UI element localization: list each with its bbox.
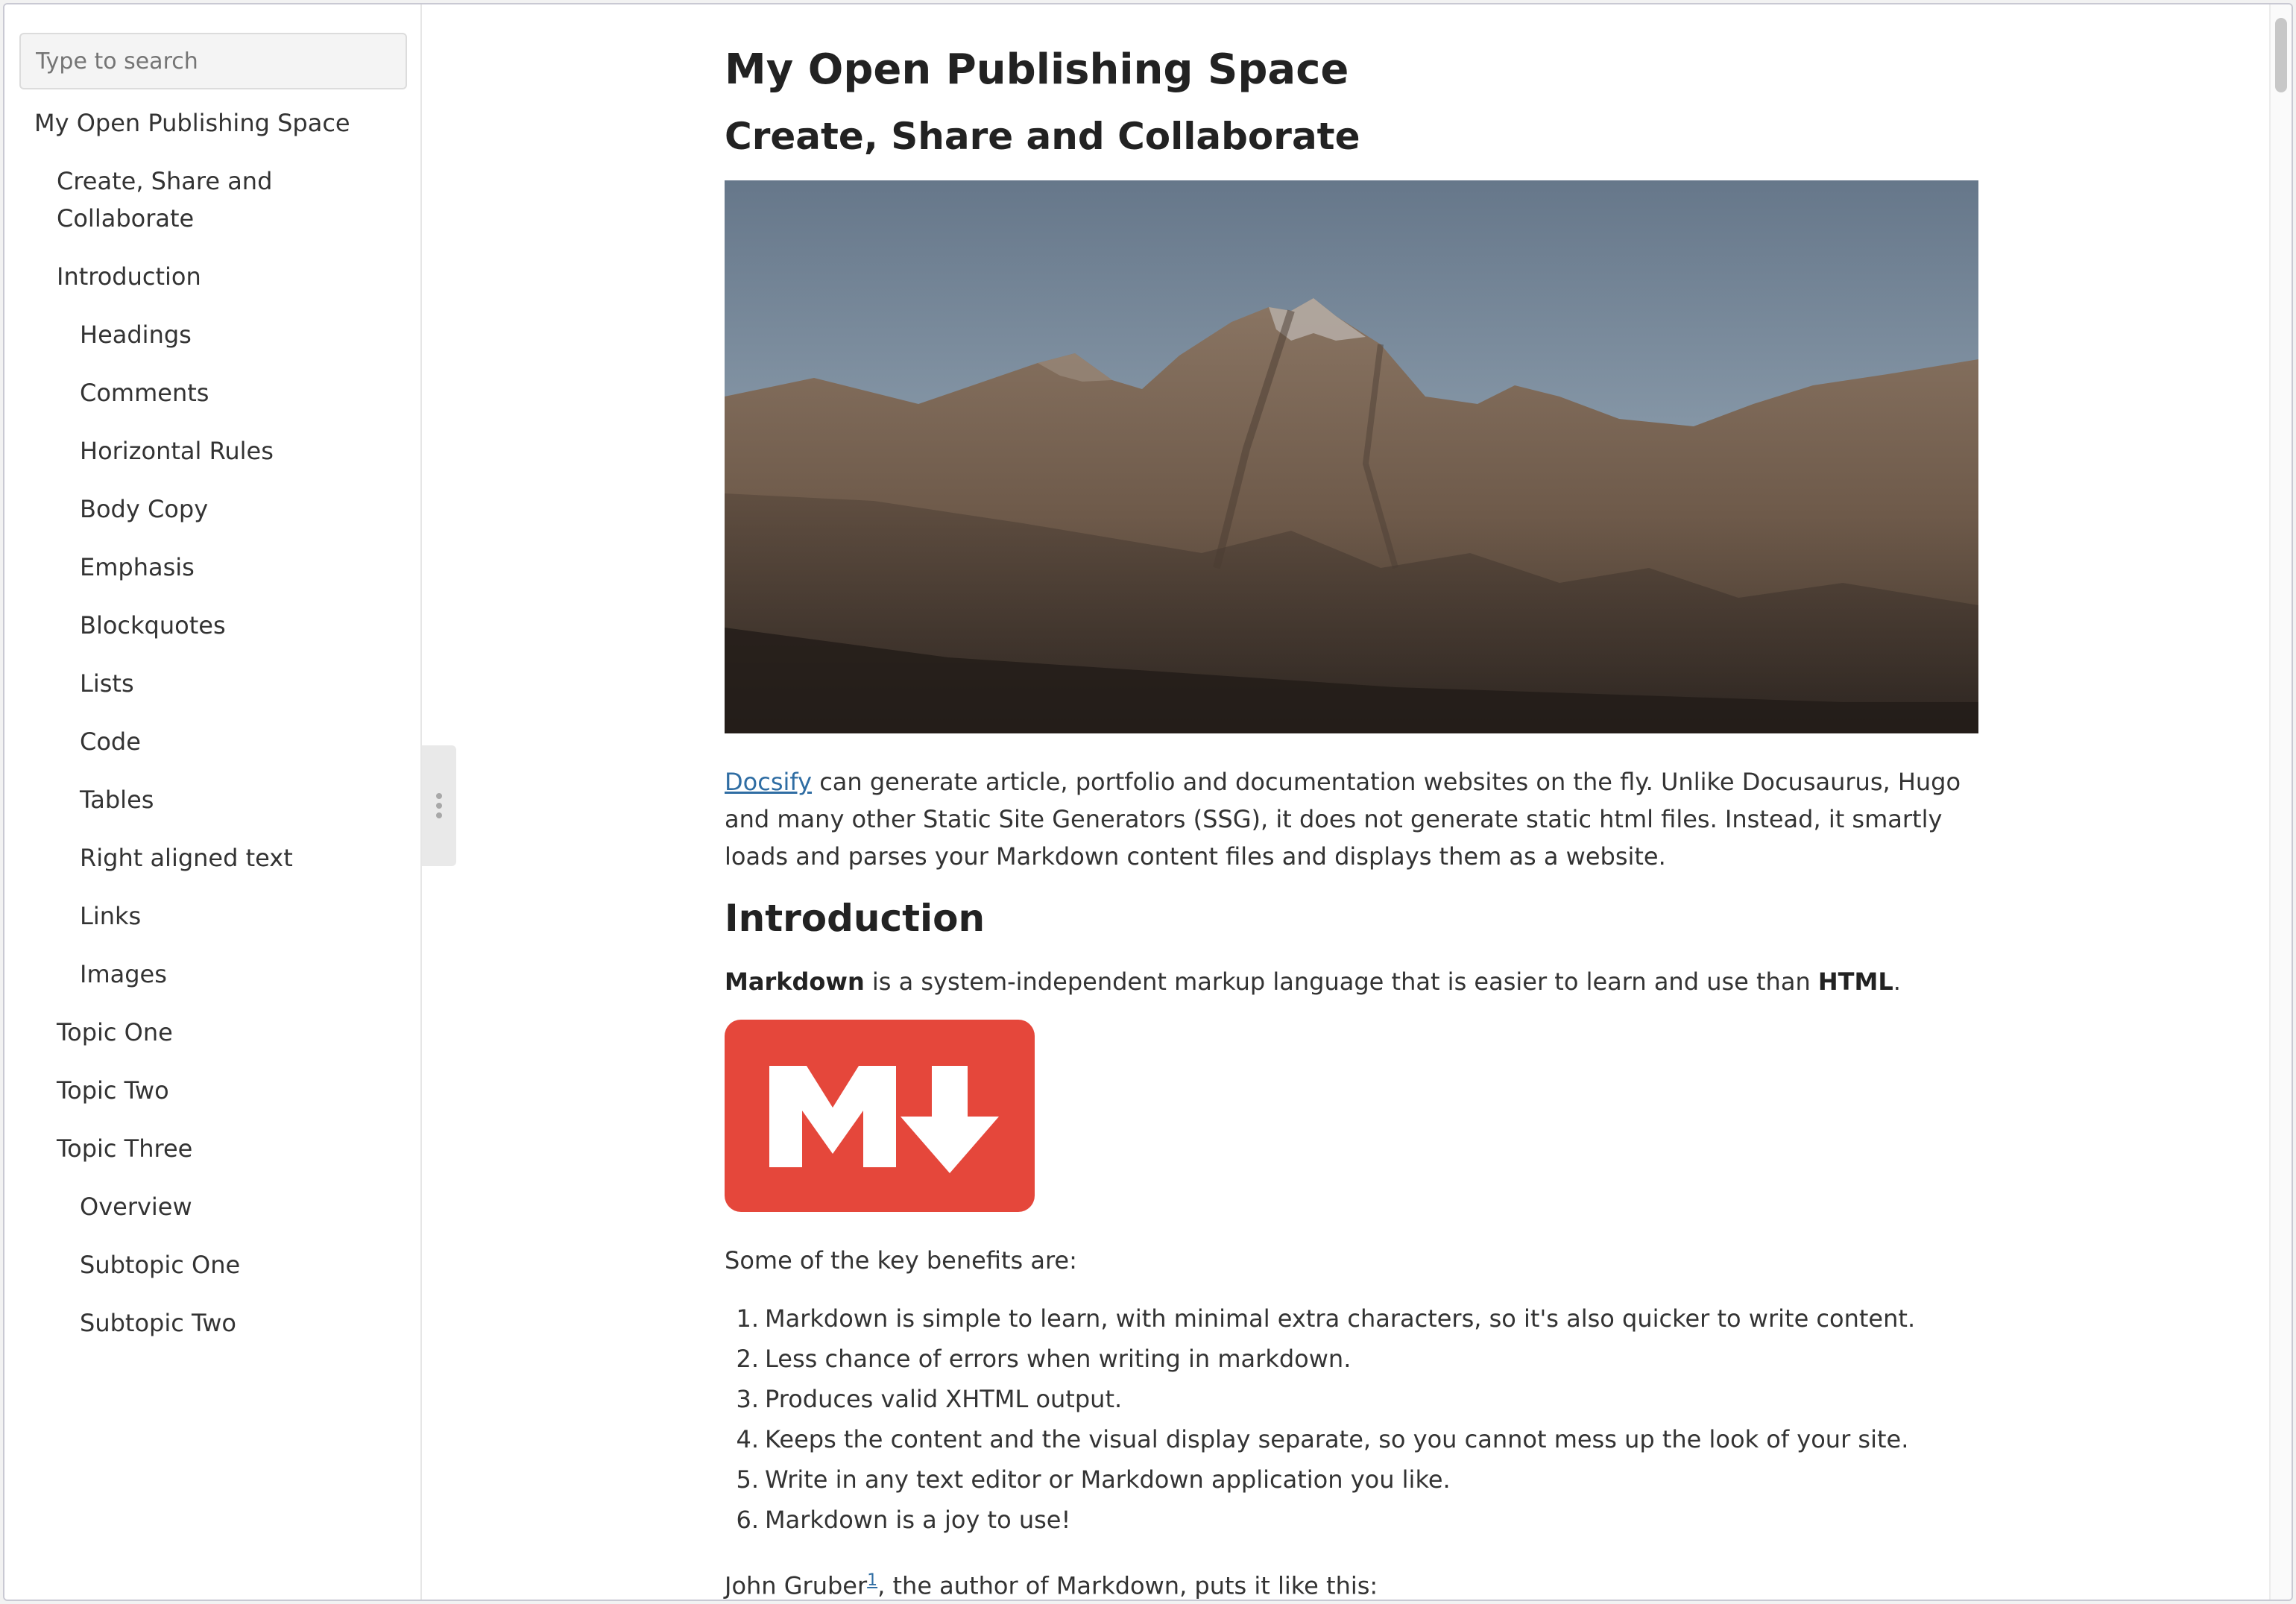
sidebar-item-emphasis[interactable]: Emphasis <box>4 549 422 586</box>
sidebar-item-overview[interactable]: Overview <box>4 1188 422 1225</box>
sidebar-item-right-aligned-text[interactable]: Right aligned text <box>4 839 422 877</box>
list-text: Markdown is simple to learn, with minima… <box>765 1304 1916 1333</box>
sidebar-item-blockquotes[interactable]: Blockquotes <box>4 607 422 644</box>
sidebar-item-subtopic-two[interactable]: Subtopic Two <box>4 1304 422 1342</box>
html-bold: HTML <box>1817 967 1893 996</box>
list-item: 2. Less chance of errors when writing in … <box>725 1339 1984 1379</box>
sidebar-item-introduction[interactable]: Introduction <box>4 258 422 295</box>
vertical-scrollbar[interactable] <box>2269 4 2292 1600</box>
section-heading-introduction: Introduction <box>725 897 985 940</box>
benefits-list: 1. Markdown is simple to learn, with mini… <box>725 1298 1984 1540</box>
sidebar-item-my-open-publishing-space[interactable]: My Open Publishing Space <box>4 104 422 142</box>
sidebar-item-create-share-collaborate[interactable]: Create, Share and Collaborate <box>4 162 318 237</box>
list-number: 3. <box>736 1385 759 1413</box>
list-text: Produces valid XHTML output. <box>765 1385 1123 1413</box>
intro-paragraph: Docsify can generate article, portfolio … <box>725 763 1984 875</box>
markdown-description-text: is a system-independent markup language … <box>864 967 1818 996</box>
vertical-ellipsis-icon <box>436 812 442 818</box>
scrollbar-thumb[interactable] <box>2275 18 2287 92</box>
list-item: 4. Keeps the content and the visual displ… <box>725 1419 1984 1459</box>
page-subtitle: Create, Share and Collaborate <box>725 115 1360 158</box>
sidebar-item-headings[interactable]: Headings <box>4 316 422 353</box>
list-number: 6. <box>736 1506 759 1534</box>
sidebar-item-code[interactable]: Code <box>4 723 422 760</box>
gruber-rest: , the author of Markdown, puts it like t… <box>877 1571 1378 1600</box>
sidebar-nav: My Open Publishing Space Create, Share a… <box>4 104 422 1363</box>
list-item: 5. Write in any text editor or Markdown a… <box>725 1459 1984 1500</box>
intro-text: can generate article, portfolio and docu… <box>725 768 1961 871</box>
list-number: 1. <box>736 1304 759 1333</box>
markdown-description: Markdown is a system-independent markup … <box>725 963 1901 1000</box>
list-text: Write in any text editor or Markdown app… <box>765 1465 1451 1494</box>
list-item: 6. Markdown is a joy to use! <box>725 1500 1984 1540</box>
markdown-logo-icon <box>725 1020 1035 1212</box>
list-number: 5. <box>736 1465 759 1494</box>
list-number: 4. <box>736 1425 759 1453</box>
vertical-ellipsis-icon <box>436 803 442 809</box>
sidebar-item-links[interactable]: Links <box>4 897 422 935</box>
list-text: Markdown is a joy to use! <box>765 1506 1071 1534</box>
sidebar-item-body-copy[interactable]: Body Copy <box>4 490 422 528</box>
sidebar-item-comments[interactable]: Comments <box>4 374 422 411</box>
benefits-lead: Some of the key benefits are: <box>725 1246 1077 1275</box>
period: . <box>1893 967 1901 996</box>
list-text: Keeps the content and the visual display… <box>765 1425 1909 1453</box>
gruber-name: John Gruber <box>725 1571 868 1600</box>
list-item: 1. Markdown is simple to learn, with mini… <box>725 1298 1984 1339</box>
list-text: Less chance of errors when writing in ma… <box>765 1345 1352 1373</box>
sidebar-item-lists[interactable]: Lists <box>4 665 422 702</box>
sidebar-resize-handle[interactable] <box>422 745 456 866</box>
search-input[interactable] <box>19 33 407 89</box>
gruber-paragraph: John Gruber1, the author of Markdown, pu… <box>725 1561 1378 1600</box>
footnote-link[interactable]: 1 <box>867 1571 877 1590</box>
page-title: My Open Publishing Space <box>725 45 1349 94</box>
sidebar-item-tables[interactable]: Tables <box>4 781 422 818</box>
docsify-link[interactable]: Docsify <box>725 768 812 796</box>
sidebar-item-images[interactable]: Images <box>4 956 422 993</box>
markdown-bold: Markdown <box>725 967 865 996</box>
sidebar: My Open Publishing Space Create, Share a… <box>4 4 422 1600</box>
sidebar-item-topic-three[interactable]: Topic Three <box>4 1130 422 1167</box>
sidebar-item-horizontal-rules[interactable]: Horizontal Rules <box>4 432 422 470</box>
sidebar-item-topic-two[interactable]: Topic Two <box>4 1072 422 1109</box>
browser-window: My Open Publishing Space Create, Share a… <box>3 3 2293 1601</box>
sidebar-item-subtopic-one[interactable]: Subtopic One <box>4 1246 422 1283</box>
sidebar-item-topic-one[interactable]: Topic One <box>4 1014 422 1051</box>
list-number: 2. <box>736 1345 759 1373</box>
hero-mountain-image <box>725 180 1978 733</box>
list-item: 3. Produces valid XHTML output. <box>725 1379 1984 1419</box>
vertical-ellipsis-icon <box>436 793 442 799</box>
